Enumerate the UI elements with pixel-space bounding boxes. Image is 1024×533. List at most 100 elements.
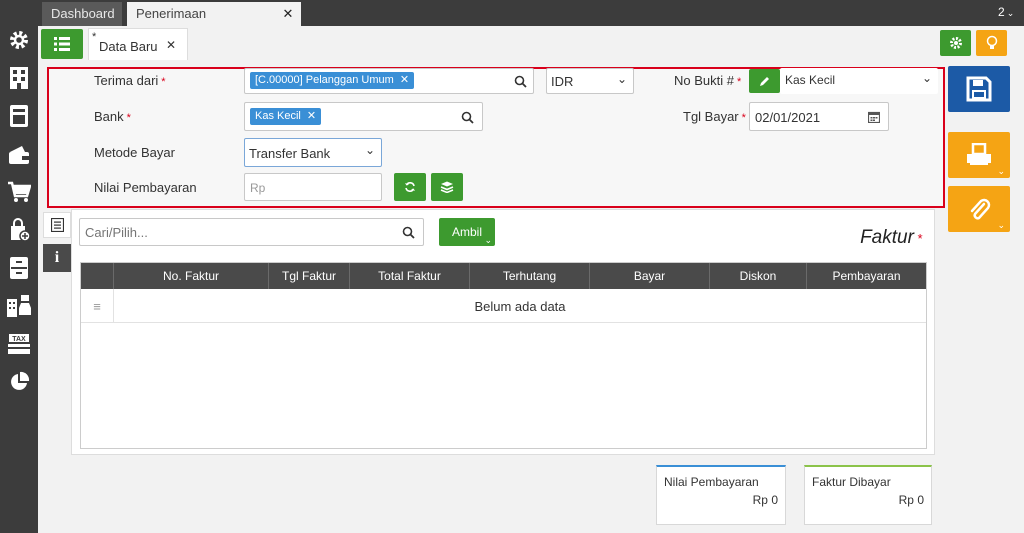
- tips-button[interactable]: [976, 30, 1007, 56]
- tab-count-dropdown[interactable]: 2 ⌄: [998, 5, 1014, 19]
- chevron-down-icon: ⌄: [1006, 8, 1015, 18]
- attachment-chevron-down-icon: ⌄: [997, 220, 1005, 230]
- tax-icon[interactable]: TAX: [5, 330, 33, 358]
- buildings-car-icon[interactable]: [5, 292, 33, 320]
- remove-bank-icon[interactable]: ✕: [307, 108, 316, 125]
- no-bukti-select[interactable]: Kas Kecil ⌄: [780, 68, 938, 94]
- close-subtab-icon[interactable]: ✕: [166, 38, 176, 52]
- faktur-table: No. Faktur Tgl Faktur Total Faktur Terhu…: [80, 262, 927, 449]
- list-icon: [54, 37, 70, 51]
- th-pembayaran[interactable]: Pembayaran: [807, 263, 926, 289]
- ledger-icon[interactable]: [5, 102, 33, 130]
- floppy-disk-icon: [966, 76, 992, 102]
- svg-text:TAX: TAX: [12, 336, 26, 343]
- tab-penerimaan-penjualan[interactable]: Penerimaan Penjualan: [127, 2, 275, 45]
- faktur-search-icon[interactable]: [402, 226, 415, 239]
- th-terhutang[interactable]: Terhutang: [470, 263, 590, 289]
- detail-tab[interactable]: [43, 212, 71, 238]
- terima-dari-label: Terima dari *: [94, 73, 166, 88]
- th-diskon[interactable]: Diskon: [710, 263, 807, 289]
- settings-button[interactable]: [940, 30, 971, 56]
- table-row: ≡ Belum ada data: [81, 289, 926, 323]
- settings-gear-icon[interactable]: [5, 26, 33, 54]
- subtab-data-baru[interactable]: * Data Baru ✕: [88, 28, 188, 60]
- drag-handle-icon[interactable]: ≡: [81, 289, 114, 323]
- save-button[interactable]: [948, 66, 1010, 112]
- shopping-bag-add-icon[interactable]: [5, 216, 33, 244]
- tgl-bayar-text: Tgl Bayar: [683, 109, 739, 124]
- customer-tag-text: [C.00000] Pelanggan Umum: [255, 74, 394, 86]
- summary-faktur-label: Faktur Dibayar: [812, 475, 891, 489]
- summary-nilai-value: Rp 0: [752, 493, 778, 507]
- no-bukti-value: Kas Kecil: [785, 73, 836, 87]
- metode-bayar-select[interactable]: Transfer Bank ⌄: [244, 138, 382, 167]
- tab-count: 2: [998, 5, 1005, 19]
- printer-icon: [967, 143, 991, 165]
- pie-chart-icon[interactable]: [5, 368, 33, 396]
- tgl-bayar-field[interactable]: 02/01/2021: [749, 102, 889, 131]
- close-tab-icon[interactable]: ✕: [275, 2, 301, 26]
- th-bayar[interactable]: Bayar: [590, 263, 710, 289]
- th-tgl-faktur[interactable]: Tgl Faktur: [269, 263, 350, 289]
- th-total-faktur[interactable]: Total Faktur: [350, 263, 470, 289]
- metode-chevron-down-icon: ⌄: [364, 143, 375, 157]
- bank-tag-text: Kas Kecil: [255, 110, 301, 122]
- unsaved-marker: *: [92, 31, 97, 43]
- faktur-search-input[interactable]: [85, 223, 385, 241]
- print-chevron-down-icon: ⌄: [997, 166, 1005, 176]
- search-icon[interactable]: [514, 75, 527, 88]
- info-tab[interactable]: i: [43, 244, 71, 272]
- metode-bayar-text: Metode Bayar: [94, 145, 175, 160]
- bank-text: Bank: [94, 109, 124, 124]
- calendar-icon[interactable]: [868, 111, 880, 123]
- archive-cabinet-icon[interactable]: [5, 254, 33, 282]
- print-button[interactable]: ⌄: [948, 132, 1010, 178]
- th-no-faktur[interactable]: No. Faktur: [114, 263, 269, 289]
- required-mark: *: [126, 112, 131, 124]
- building-icon[interactable]: [5, 64, 33, 92]
- layers-button[interactable]: [431, 173, 463, 201]
- bank-search-icon[interactable]: [461, 111, 474, 124]
- sidebar: TAX: [0, 26, 38, 533]
- required-mark: *: [741, 112, 746, 124]
- paperclip-icon: [970, 198, 991, 220]
- summary-nilai-label: Nilai Pembayaran: [664, 475, 759, 489]
- no-bukti-chevron-down-icon: ⌄: [921, 71, 932, 85]
- faktur-title-text: Faktur: [860, 227, 914, 248]
- refresh-icon: [405, 182, 415, 192]
- lightbulb-icon: [986, 35, 997, 49]
- bank-field[interactable]: Kas Kecil ✕: [244, 102, 483, 131]
- currency-select[interactable]: IDR ⌄: [546, 68, 634, 94]
- ambil-chevron-down-icon: ⌄: [484, 235, 492, 245]
- edit-no-bukti-button[interactable]: [749, 69, 780, 93]
- nilai-pembayaran-input[interactable]: Rp: [244, 173, 382, 201]
- payment-form-panel: Terima dari * [C.00000] Pelanggan Umum ✕ I…: [47, 67, 945, 208]
- info-icon: i: [54, 249, 60, 266]
- document-list-icon: [50, 218, 64, 232]
- layers-icon: [440, 181, 454, 193]
- wallet-icon[interactable]: [5, 140, 33, 168]
- summary-faktur-dibayar: Faktur Dibayar Rp 0: [804, 465, 932, 525]
- bank-label: Bank *: [94, 109, 131, 124]
- th-handle: [81, 263, 114, 289]
- tgl-bayar-value: 02/01/2021: [755, 110, 821, 125]
- ambil-label: Ambil: [451, 225, 482, 239]
- empty-state-text: Belum ada data: [474, 299, 566, 314]
- ambil-button[interactable]: Ambil ⌄: [439, 218, 495, 246]
- customer-tag: [C.00000] Pelanggan Umum ✕: [250, 72, 415, 89]
- terima-dari-text: Terima dari: [94, 73, 159, 88]
- main-content: * Data Baru ✕ ⌄ ⌄ Terima dari * [C.00000]…: [38, 26, 1024, 533]
- shopping-cart-icon[interactable]: [5, 178, 33, 206]
- tab-dashboard[interactable]: Dashboard: [42, 2, 122, 26]
- faktur-search-field[interactable]: [79, 218, 424, 246]
- metode-bayar-value: Transfer Bank: [249, 146, 331, 161]
- required-mark: *: [161, 76, 166, 88]
- terima-dari-field[interactable]: [C.00000] Pelanggan Umum ✕: [244, 68, 534, 94]
- tab-dashboard-label: Dashboard: [51, 6, 115, 21]
- refresh-button[interactable]: [394, 173, 426, 201]
- attachment-button[interactable]: ⌄: [948, 186, 1010, 232]
- list-view-button[interactable]: [41, 29, 83, 59]
- required-mark: *: [736, 76, 742, 88]
- remove-customer-icon[interactable]: ✕: [400, 72, 409, 89]
- table-header: No. Faktur Tgl Faktur Total Faktur Terhu…: [81, 263, 926, 289]
